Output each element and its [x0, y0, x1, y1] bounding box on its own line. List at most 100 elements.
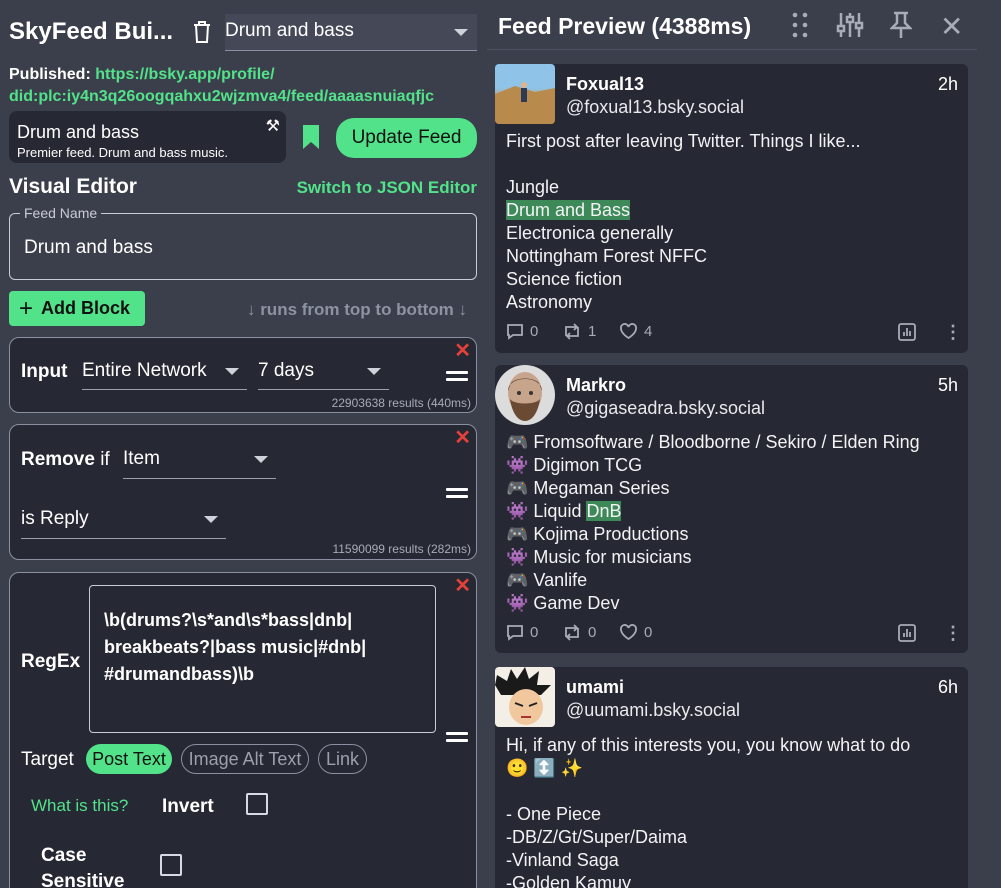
- input-period-select[interactable]: 7 days: [258, 360, 389, 390]
- post-author-name[interactable]: umami: [566, 677, 624, 698]
- chevron-down-icon: [367, 368, 381, 375]
- close-icon[interactable]: ✕: [454, 573, 471, 598]
- avatar[interactable]: [495, 64, 555, 124]
- post-time: 5h: [937, 375, 958, 395]
- reply-icon: [507, 625, 523, 641]
- remove-condition-select[interactable]: is Reply: [21, 508, 226, 539]
- post-author-handle[interactable]: @gigaseadra.bsky.social: [566, 398, 765, 419]
- post-text-line: 🎮 Vanlife: [506, 570, 588, 590]
- edit-tools-icon[interactable]: ⚒: [266, 116, 280, 136]
- post-text-line: 🎮 Fromsoftware / Bloodborne / Sekiro / E…: [506, 432, 920, 452]
- post-text-line: First post after leaving Twitter. Things…: [506, 131, 861, 151]
- post-card[interactable]: Foxual13 @foxual13.bsky.social 2h First …: [495, 64, 968, 353]
- published-info: Published: https://bsky.app/profile/ did…: [9, 64, 434, 108]
- analytics-icon[interactable]: [898, 624, 916, 642]
- target-chip-image-alt-text[interactable]: Image Alt Text: [181, 744, 309, 774]
- avatar[interactable]: [495, 667, 555, 727]
- post-text: 🎮 Fromsoftware / Bloodborne / Sekiro / E…: [506, 431, 920, 615]
- reply-count: 0: [530, 323, 539, 340]
- remove-subject-value: Item: [123, 448, 160, 469]
- repost-count: 0: [588, 624, 597, 641]
- post-text-highlight: DnB: [586, 501, 622, 521]
- repost-action[interactable]: 0: [562, 624, 596, 641]
- published-url-line1[interactable]: https://bsky.app/profile/: [95, 66, 274, 83]
- post-text-line: -Golden Kamuy: [506, 873, 632, 888]
- feed-name-legend: Feed Name: [20, 205, 102, 221]
- remove-block-heading: Remove if: [21, 449, 110, 471]
- post-author-handle[interactable]: @foxual13.bsky.social: [566, 97, 744, 118]
- post-text-line: 👾 Music for musicians: [506, 547, 692, 567]
- bookmark-icon[interactable]: [302, 124, 320, 155]
- more-options-icon[interactable]: ⋮: [944, 623, 962, 644]
- like-action[interactable]: 0: [619, 624, 652, 641]
- feed-name-field[interactable]: Feed Name Drum and bass: [9, 205, 477, 280]
- update-feed-button[interactable]: Update Feed: [336, 118, 477, 158]
- regex-block-label: RegEx: [21, 651, 81, 672]
- post-card[interactable]: Markro @gigaseadra.bsky.social 5h 🎮 From…: [495, 365, 968, 653]
- add-block-label: Add Block: [41, 298, 131, 318]
- invert-checkbox[interactable]: [246, 793, 268, 815]
- pin-icon[interactable]: [888, 11, 914, 46]
- close-icon[interactable]: ✕: [940, 10, 963, 43]
- invert-label: Invert: [162, 796, 214, 817]
- remove-block: ✕ Remove if Item is Reply 11590099 resul…: [9, 424, 477, 560]
- published-url-line2[interactable]: did:plc:iy4n3q26oogqahxu2wjzmva4/feed/aa…: [9, 88, 434, 105]
- target-chip-post-text[interactable]: Post Text: [86, 744, 172, 774]
- avatar[interactable]: [495, 365, 555, 425]
- input-block-label: Input: [21, 361, 68, 382]
- post-text-line: 🎮 Megaman Series: [506, 478, 670, 498]
- what-is-this-link[interactable]: What is this?: [31, 796, 128, 816]
- preview-title: Feed Preview (4388ms): [498, 13, 752, 39]
- chevron-down-icon: [225, 368, 239, 375]
- analytics-icon[interactable]: [898, 323, 916, 341]
- post-text-line: 🙂 ↕️ ✨: [506, 758, 584, 778]
- post-author-handle[interactable]: @uumami.bsky.social: [566, 700, 740, 721]
- preset-select[interactable]: Drum and bass: [225, 14, 477, 51]
- feed-info-description: Premier feed. Drum and bass music.: [17, 145, 228, 160]
- drag-handle-icon[interactable]: [446, 488, 468, 502]
- heart-icon: [620, 323, 637, 340]
- published-label: Published:: [9, 66, 91, 83]
- post-text-line: [506, 780, 910, 803]
- drag-handle-icon[interactable]: [446, 732, 468, 746]
- reply-action[interactable]: 0: [506, 323, 538, 340]
- chevron-down-icon: [454, 29, 468, 36]
- input-source-value: Entire Network: [82, 360, 207, 381]
- trash-icon[interactable]: [191, 20, 213, 44]
- target-label: Target: [21, 749, 74, 770]
- feed-info-box[interactable]: Drum and bass Premier feed. Drum and bas…: [9, 111, 286, 163]
- repost-icon: [565, 624, 579, 641]
- regex-pattern-line: \b(drums?\s*and\s*bass|dnb|: [104, 610, 353, 630]
- tune-icon[interactable]: [836, 11, 864, 46]
- drag-handle-icon[interactable]: [446, 371, 468, 385]
- post-text-line: 👾 Game Dev: [506, 593, 620, 613]
- post-author-name[interactable]: Foxual13: [566, 74, 644, 95]
- post-text-line: Electronica generally: [506, 223, 674, 243]
- remove-subject-select[interactable]: Item: [123, 448, 276, 479]
- drag-grip-icon[interactable]: [792, 12, 808, 45]
- reply-action[interactable]: 0: [506, 624, 538, 641]
- target-chip-link[interactable]: Link: [318, 744, 367, 774]
- switch-json-editor-link[interactable]: Switch to JSON Editor: [297, 178, 477, 198]
- close-icon[interactable]: ✕: [454, 338, 471, 363]
- add-block-button[interactable]: + Add Block: [9, 291, 145, 326]
- more-options-icon[interactable]: ⋮: [944, 322, 962, 343]
- input-block: ✕ Input Entire Network 7 days 22903638 r…: [9, 337, 477, 413]
- regex-pattern-textarea[interactable]: \b(drums?\s*and\s*bass|dnb| breakbeats?|…: [89, 585, 436, 733]
- close-icon[interactable]: ✕: [454, 425, 471, 450]
- case-sensitive-checkbox[interactable]: [160, 854, 182, 876]
- post-text-line: Science fiction: [506, 269, 623, 289]
- like-action[interactable]: 4: [619, 323, 652, 340]
- remove-block-label: Remove: [21, 449, 95, 470]
- post-text-line: Jungle: [506, 177, 560, 197]
- like-count: 0: [644, 624, 653, 641]
- remove-if-word: if: [100, 449, 110, 470]
- heart-icon: [620, 624, 637, 641]
- repost-action[interactable]: 1: [562, 323, 596, 340]
- post-author-name[interactable]: Markro: [566, 375, 626, 396]
- post-card[interactable]: umami @uumami.bsky.social 6h Hi, if any …: [495, 667, 968, 888]
- post-time: 2h: [937, 74, 958, 94]
- input-source-select[interactable]: Entire Network: [82, 360, 247, 390]
- remove-results: 11590099 results (282ms): [332, 542, 471, 556]
- post-text-line: 👾 Digimon TCG: [506, 455, 643, 475]
